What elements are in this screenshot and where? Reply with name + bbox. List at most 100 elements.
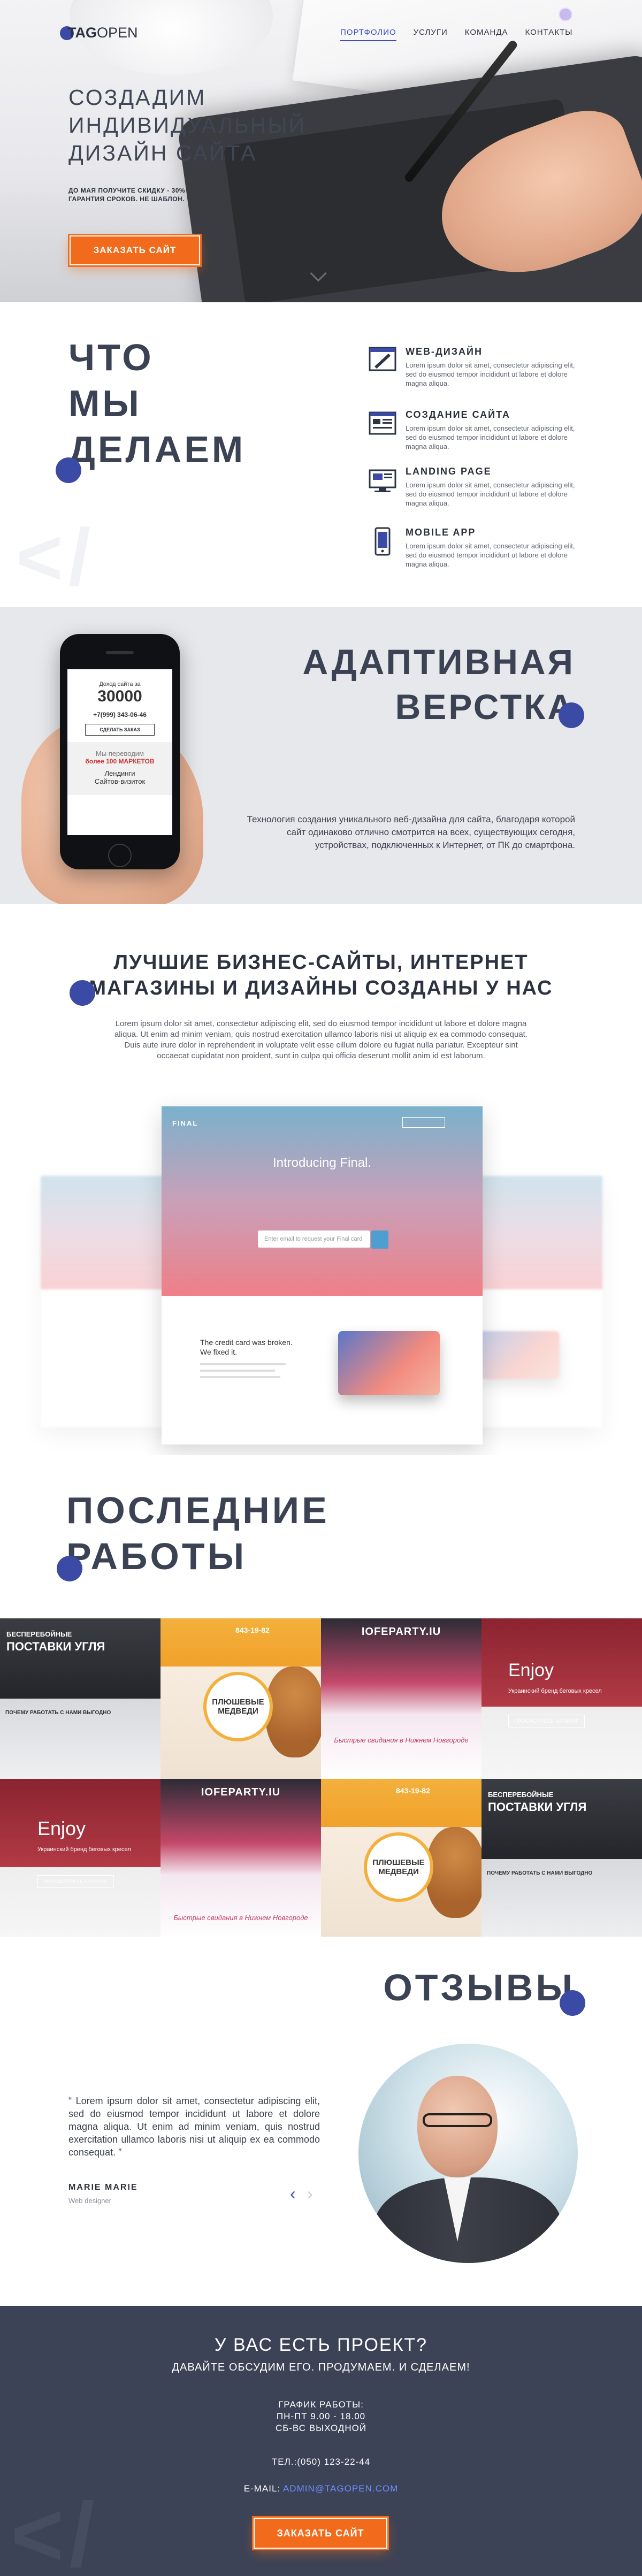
service-name: WEB-ДИЗАЙН <box>406 346 483 357</box>
work-tile-enjoy[interactable]: Enjoy Украинский бренд беговых кресел ПР… <box>482 1618 642 1779</box>
order-site-button[interactable]: ЗАКАЗАТЬ САЙТ <box>70 235 200 265</box>
nav-team[interactable]: КОМАНДА <box>465 28 508 41</box>
services-title-line: ДЕЛАЕМ <box>68 429 246 470</box>
tile-title: IOFEPARTY.IU <box>361 1626 441 1638</box>
mobile-app-icon <box>368 527 397 556</box>
website-mockup-main: FINAL Introducing Final. Enter email to … <box>162 1106 483 1444</box>
phone-screen-text: Сайтов-визиток <box>94 777 146 785</box>
review-author: MARIE MARIE <box>68 2183 138 2192</box>
tile-title: ПЛЮШЕВЫЕ <box>212 1698 264 1707</box>
service-name: MOBILE APP <box>406 527 476 538</box>
tile-title: IOFEPARTY.IU <box>201 1786 281 1798</box>
showcase-title-line: ЛУЧШИЕ БИЗНЕС-САЙТЫ, ИНТЕРНЕТ <box>113 951 529 974</box>
next-arrow-icon[interactable]: › <box>307 2184 313 2204</box>
service-mobile-app[interactable]: MOBILE APP Lorem ipsum dolor sit amet, c… <box>368 527 593 569</box>
tile-button: ПРОСМОТРЕТЬ КАТАЛОГ <box>37 1875 114 1888</box>
hero-title-line: ИНДИВИДУАЛЬНЫЙ <box>68 113 307 137</box>
tile-text: ПОЧЕМУ РАБОТАТЬ С НАМИ ВЫГОДНО <box>487 1870 593 1876</box>
services-title-line: МЫ <box>68 383 142 424</box>
reviewer-photo <box>358 2044 578 2263</box>
footer-title: У ВАС ЕСТЬ ПРОЕКТ? <box>214 2335 428 2355</box>
accent-dot <box>56 457 81 483</box>
email-label: E-MAIL: <box>243 2483 283 2494</box>
phone-screen-phone: +7(999) 343-06-46 <box>93 711 147 718</box>
reviews-section: ОТЗЫВЫ “ Lorem ipsum dolor sit amet, con… <box>0 1937 642 2306</box>
promo-line: ДО МАЯ ПОЛУЧИТЕ СКИДКУ - 30% <box>68 187 186 194</box>
tile-text: 843-19-82 <box>396 1786 430 1795</box>
work-tile-enjoy[interactable]: Enjoy Украинский бренд беговых кресел ПР… <box>0 1779 160 1937</box>
services-section: </ ЧТО МЫ ДЕЛАЕМ WEB-ДИЗАЙН Lorem ipsum … <box>0 302 642 607</box>
work-tile-party[interactable]: IOFEPARTY.IU Быстрые свидания в Нижнем Н… <box>321 1618 482 1779</box>
service-desc: Lorem ipsum dolor sit amet, consectetur … <box>406 481 575 507</box>
nav-portfolio[interactable]: ПОРТФОЛИО <box>340 28 396 41</box>
schedule-line: ПН-ПТ 9.00 - 18.00 <box>276 2411 366 2421</box>
nav-contacts[interactable]: КОНТАКТЫ <box>525 28 573 41</box>
footer-phone[interactable]: ТЕЛ.:(050) 123-22-44 <box>0 2457 642 2467</box>
prev-arrow-icon[interactable]: ‹ <box>290 2184 296 2204</box>
review-role: Web designer <box>68 2197 111 2205</box>
tile-title: МЕДВЕДИ <box>378 1867 419 1876</box>
promo-line: ГАРАНТИЯ СРОКОВ. НЕ ШАБЛОН. <box>68 195 185 203</box>
service-name: СОЗДАНИЕ САЙТА <box>406 409 510 420</box>
phone-screen-text: Доход сайта за <box>99 681 141 687</box>
logo-bold: TAG <box>67 25 97 41</box>
showcase-title-line: МАГАЗИНЫ И ДИЗАЙНЫ СОЗДАНЫ У НАС <box>89 977 553 999</box>
review-quote: “ Lorem ipsum dolor sit amet, consectetu… <box>68 2096 320 2158</box>
tile-text: Быстрые свидания в Нижнем Новгороде <box>334 1736 469 1744</box>
tile-button: ПРОСМОТРЕТЬ КАТАЛОГ <box>508 1715 585 1727</box>
phone-screen: Доход сайта за 30000 +7(999) 343-06-46 С… <box>67 669 172 835</box>
service-desc: Lorem ipsum dolor sit amet, consectetur … <box>406 361 575 387</box>
tile-plate: ПЛЮШЕВЫЕ МЕДВЕДИ <box>203 1672 273 1741</box>
tile-text: Быстрые свидания в Нижнем Новгороде <box>173 1914 308 1922</box>
accent-dot <box>70 980 95 1006</box>
service-name: LANDING PAGE <box>406 466 492 477</box>
work-tile-coal[interactable]: БЕСПЕРЕБОЙНЫЕ ПОСТАВКИ УГЛЯ ПОЧЕМУ РАБОТ… <box>482 1779 642 1937</box>
work-tile-bears[interactable]: 843-19-82 ПЛЮШЕВЫЕ МЕДВЕДИ <box>321 1779 482 1937</box>
phone-screen-price: 30000 <box>97 687 142 705</box>
accent-dot <box>57 1556 82 1581</box>
menu-toggle-icon[interactable] <box>559 7 572 21</box>
work-schedule: ГРАФИК РАБОТЫ: ПН-ПТ 9.00 - 18.00 СБ-ВС … <box>0 2399 642 2434</box>
service-landing-page[interactable]: LANDING PAGE Lorem ipsum dolor sit amet,… <box>368 466 593 508</box>
credit-card-image <box>338 1331 440 1395</box>
mockup-intro: Introducing Final. <box>272 1156 372 1170</box>
code-mark-decor: </ <box>16 512 96 602</box>
tile-title: Enjoy <box>508 1660 554 1680</box>
schedule-line: СБ-ВС ВЫХОДНОЙ <box>275 2423 367 2433</box>
tile-text: Украинский бренд беговых кресел <box>37 1846 131 1853</box>
adaptive-title-line: АДАПТИВНАЯ <box>302 642 575 682</box>
hero-title-line: ДИЗАЙН САЙТА <box>68 141 257 165</box>
tile-title: МЕДВЕДИ <box>218 1707 258 1716</box>
works-title-line: ПОСЛЕДНИЕ <box>66 1489 330 1531</box>
phone-screen-text: Лендинги <box>104 769 135 777</box>
work-tile-bears[interactable]: 843-19-82 ПЛЮШЕВЫЕ МЕДВЕДИ <box>160 1618 321 1779</box>
showcase-section: ЛУЧШИЕ БИЗНЕС-САЙТЫ, ИНТЕРНЕТ МАГАЗИНЫ И… <box>0 904 642 1455</box>
mockup-heading: We fixed it. <box>200 1348 237 1356</box>
accent-dot <box>559 702 584 728</box>
tile-title: Enjoy <box>37 1817 86 1839</box>
adaptive-title: АДАПТИВНАЯ ВЕРСТКА <box>302 639 575 729</box>
tile-text: БЕСПЕРЕБОЙНЫЕ <box>488 1791 554 1799</box>
phone-screen-text: более 100 МАРКЕТОВ <box>85 758 155 765</box>
web-design-icon <box>368 346 397 375</box>
order-site-button[interactable]: ЗАКАЗАТЬ САЙТ <box>254 2518 387 2549</box>
schedule-line: ГРАФИК РАБОТЫ: <box>278 2399 364 2410</box>
adaptive-section: Доход сайта за 30000 +7(999) 343-06-46 С… <box>0 607 642 904</box>
tile-text: БЕСПЕРЕБОЙНЫЕ <box>6 1630 72 1638</box>
service-web-design[interactable]: WEB-ДИЗАЙН Lorem ipsum dolor sit amet, c… <box>368 346 593 388</box>
phone-screen-button: СДЕЛАТЬ ЗАКАЗ <box>85 724 155 736</box>
smartphone-image: Доход сайта за 30000 +7(999) 343-06-46 С… <box>60 634 180 869</box>
service-website[interactable]: СОЗДАНИЕ САЙТА Lorem ipsum dolor sit ame… <box>368 409 593 451</box>
nav-services[interactable]: УСЛУГИ <box>414 28 448 41</box>
mockup-heading: The credit card was broken. <box>200 1338 293 1347</box>
email-link[interactable]: ADMIN@TAGOPEN.COM <box>283 2483 398 2494</box>
work-tile-coal[interactable]: БЕСПЕРЕБОЙНЫЕ ПОСТАВКИ УГЛЯ ПОЧЕМУ РАБОТ… <box>0 1618 160 1779</box>
tile-text: ПОЧЕМУ РАБОТАТЬ С НАМИ ВЫГОДНО <box>5 1710 111 1716</box>
works-title-line: РАБОТЫ <box>66 1535 247 1577</box>
works-title: ПОСЛЕДНИЕ РАБОТЫ <box>66 1487 330 1579</box>
adaptive-title-line: ВЕРСТКА <box>395 687 575 727</box>
works-section: ПОСЛЕДНИЕ РАБОТЫ БЕСПЕРЕБОЙНЫЕ ПОСТАВКИ … <box>0 1455 642 1937</box>
work-tile-party[interactable]: IOFEPARTY.IU Быстрые свидания в Нижнем Н… <box>160 1779 321 1937</box>
mockup-email: Enter email to request your Final card <box>258 1230 370 1248</box>
logo[interactable]: TAGOPEN <box>60 25 138 41</box>
